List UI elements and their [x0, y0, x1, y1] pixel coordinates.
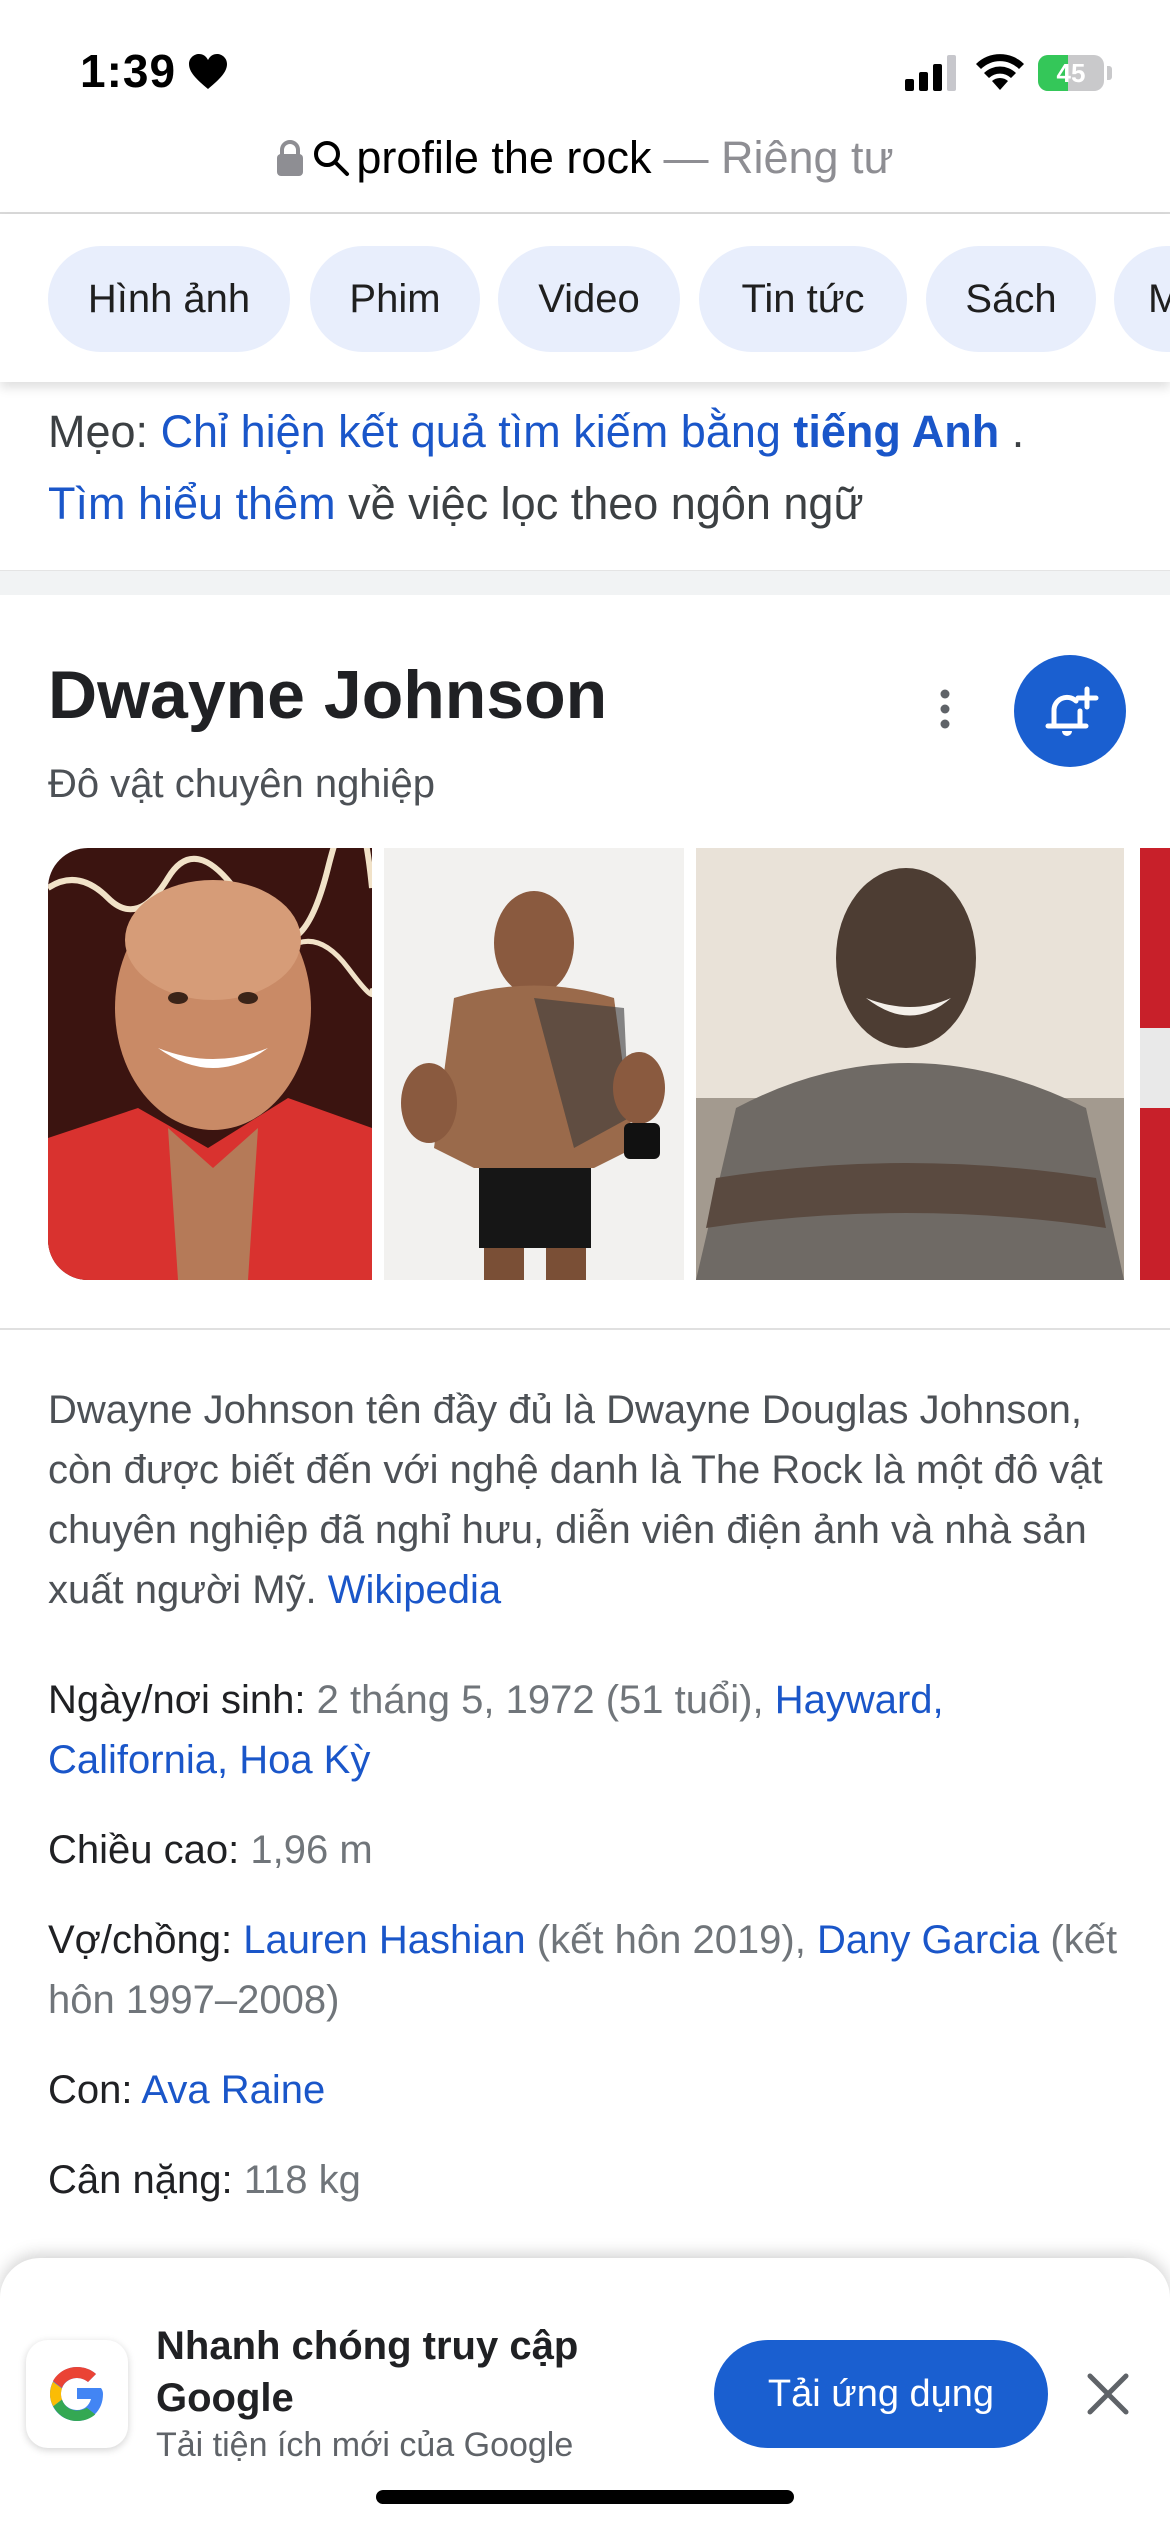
- chip-video[interactable]: Video: [498, 246, 680, 352]
- cellular-signal-icon: [905, 55, 956, 91]
- tip-prefix: Mẹo:: [48, 406, 149, 457]
- fact-height: Chiều cao: 1,96 m: [48, 1828, 373, 1872]
- status-bar: 1:39 45: [0, 0, 1170, 140]
- more-vert-icon[interactable]: [930, 688, 960, 730]
- entity-photo-4[interactable]: [1140, 848, 1170, 1280]
- tip-rest: về việc lọc theo ngôn ngữ: [348, 478, 864, 529]
- fact-children: Con: Ava Raine: [48, 2068, 326, 2112]
- panel-divider: [0, 1328, 1170, 1330]
- battery-level: 45: [1056, 58, 1086, 88]
- google-logo: [26, 2340, 128, 2448]
- fact-birth: Ngày/nơi sinh: 2 tháng 5, 1972 (51 tuổi)…: [48, 1678, 944, 1782]
- follow-button[interactable]: [1014, 655, 1126, 767]
- search-icon: [314, 141, 350, 176]
- section-divider: [0, 570, 1170, 595]
- url-query: profile the rock: [356, 132, 652, 183]
- lock-icon: [277, 140, 304, 176]
- chip-more[interactable]: M: [1114, 246, 1170, 352]
- banner-title: Nhanh chóng truy cập Google: [156, 2324, 579, 2420]
- learn-more-link[interactable]: Tìm hiểu thêm: [48, 478, 336, 529]
- close-icon[interactable]: [1086, 2372, 1130, 2416]
- google-g-icon: [50, 2367, 103, 2421]
- entity-photo-2[interactable]: [384, 848, 684, 1280]
- banner-subtitle: Tải tiện ích mới của Google: [156, 2426, 574, 2464]
- chip-books[interactable]: Sách: [926, 246, 1096, 352]
- child-link[interactable]: Ava Raine: [141, 2068, 325, 2112]
- bell-add-icon: [1045, 686, 1099, 736]
- address-bar[interactable]: profile the rock — Riêng tư: [0, 128, 1170, 188]
- entity-photo-3[interactable]: [696, 848, 1124, 1280]
- status-time: 1:39: [80, 45, 177, 97]
- entity-title: Dwayne Johnson: [48, 657, 608, 733]
- entity-image-carousel[interactable]: [48, 848, 1170, 1280]
- url-private-label: — Riêng tư: [663, 132, 894, 183]
- spouse-link-2[interactable]: Dany Garcia: [817, 1918, 1039, 1962]
- spouse-link-1[interactable]: Lauren Hashian: [243, 1918, 525, 1962]
- wifi-icon: [976, 54, 1024, 90]
- fact-spouse: Vợ/chồng: Lauren Hashian (kết hôn 2019),…: [48, 1918, 1118, 2022]
- chip-movies[interactable]: Phim: [310, 246, 480, 352]
- english-only-link[interactable]: Chỉ hiện kết quả tìm kiếm bằng tiếng Anh: [161, 406, 1000, 457]
- home-indicator[interactable]: [376, 2490, 794, 2504]
- battery-icon: 45: [1038, 55, 1112, 91]
- chip-news[interactable]: Tin tức: [699, 246, 907, 352]
- chip-images[interactable]: Hình ảnh: [48, 246, 290, 352]
- language-tip: Mẹo: Chỉ hiện kết quả tìm kiếm bằng tiến…: [48, 406, 1025, 529]
- install-app-button[interactable]: Tải ứng dụng: [714, 2340, 1048, 2448]
- fact-weight: Cân nặng: 118 kg: [48, 2158, 361, 2202]
- wikipedia-link[interactable]: Wikipedia: [328, 1568, 501, 1612]
- heart-icon: [189, 54, 227, 89]
- entity-subtitle: Đô vật chuyên nghiệp: [48, 762, 435, 806]
- search-filter-chips: Hình ảnh Phim Video Tin tức Sách M: [0, 214, 1170, 382]
- entity-description: Dwayne Johnson tên đầy đủ là Dwayne Doug…: [48, 1388, 1103, 1612]
- entity-photo-1[interactable]: [48, 848, 372, 1280]
